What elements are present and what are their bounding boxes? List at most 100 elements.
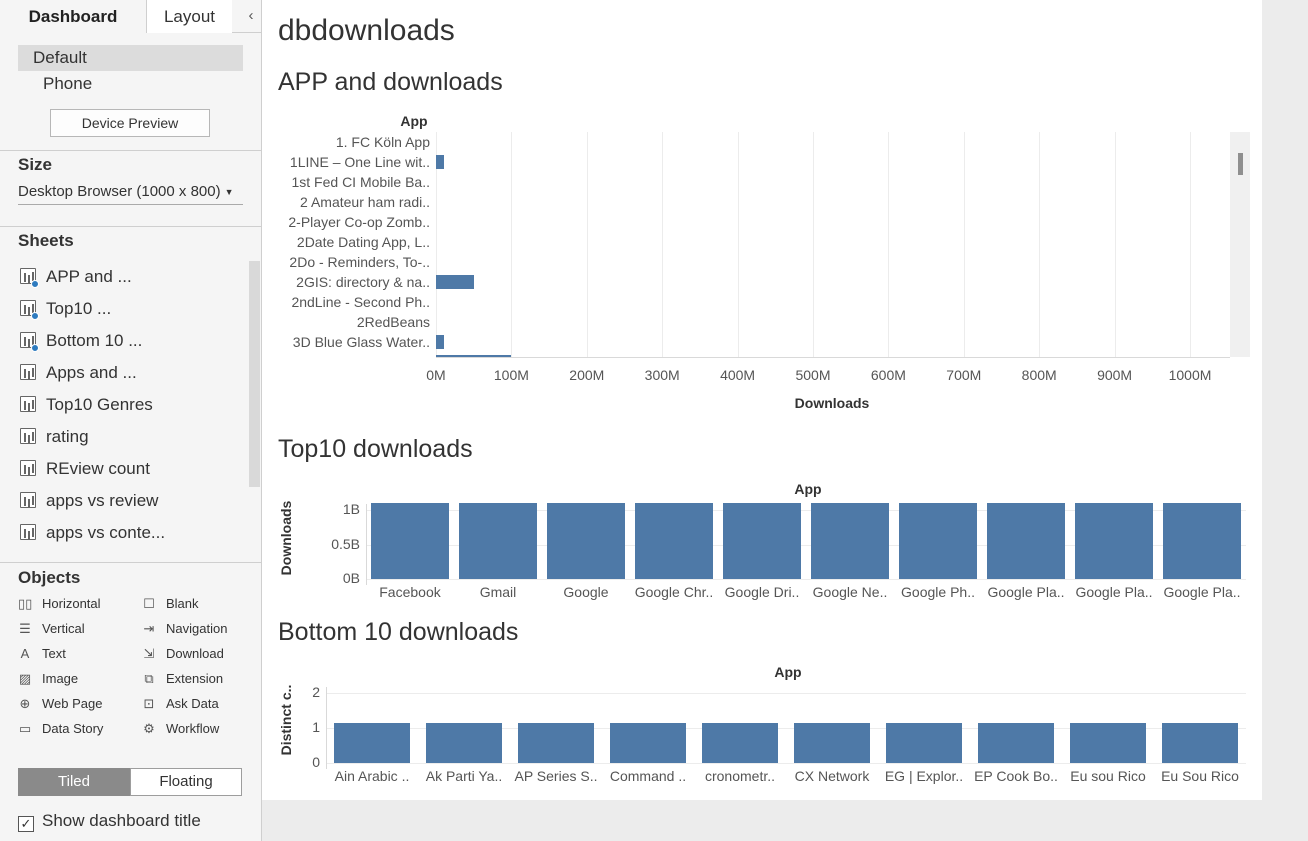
worksheet-icon	[20, 332, 39, 352]
sheet-item[interactable]: REview count	[20, 457, 150, 481]
object-workflow[interactable]: ⚙ Workflow	[142, 720, 219, 738]
tab-dashboard[interactable]: Dashboard	[0, 0, 147, 33]
download-icon: ⇲	[143, 646, 155, 661]
ask-data-icon: ⊡	[143, 696, 155, 711]
sheet-item[interactable]: APP and ...	[20, 265, 132, 289]
object-download[interactable]: ⇲ Download	[142, 645, 224, 663]
sheet-item[interactable]: Top10 Genres	[20, 393, 153, 417]
x-tick-label: EP Cook Bo..	[974, 768, 1058, 784]
object-label: Download	[166, 646, 224, 661]
size-value: Desktop Browser (1000 x 800)	[18, 183, 221, 200]
divider	[0, 226, 261, 227]
x-tick-label: Eu Sou Rico	[1161, 768, 1239, 784]
object-label: Extension	[166, 671, 224, 686]
object-vertical[interactable]: ☰ Vertical	[18, 620, 85, 638]
sheet-item-label: Top10 ...	[46, 299, 112, 318]
y-gridline	[326, 763, 1246, 764]
checkbox-checked-icon: ✓	[18, 816, 34, 832]
worksheet-icon	[20, 492, 36, 508]
sheet-item[interactable]: apps vs review	[20, 489, 158, 513]
in-use-check-icon	[31, 344, 39, 352]
bar[interactable]	[794, 723, 870, 763]
object-label: Vertical	[42, 621, 85, 636]
object-text[interactable]: A Text	[18, 645, 66, 663]
y-gridline	[326, 693, 1246, 694]
object-label: Data Story	[42, 721, 104, 736]
object-image[interactable]: ▨ Image	[18, 670, 78, 688]
object-horizontal[interactable]: ▯▯ Horizontal	[18, 595, 101, 613]
object-data-story[interactable]: ▭ Data Story	[18, 720, 104, 738]
navigation-icon: ⇥	[143, 621, 155, 636]
sheet-item[interactable]: Top10 ...	[20, 297, 111, 321]
bar[interactable]	[1162, 723, 1238, 763]
sheet-item-label: REview count	[46, 459, 150, 478]
bar[interactable]	[334, 723, 410, 763]
tiled-toggle[interactable]: Tiled	[18, 768, 130, 796]
bar[interactable]	[978, 723, 1054, 763]
sheet-item[interactable]: Bottom 10 ...	[20, 329, 142, 353]
y-tick-label: 1	[312, 719, 320, 735]
web-page-icon: ⊕	[19, 696, 31, 711]
object-label: Blank	[166, 596, 199, 611]
object-label: Text	[42, 646, 66, 661]
bar[interactable]	[426, 723, 502, 763]
bar[interactable]	[610, 723, 686, 763]
bar[interactable]	[886, 723, 962, 763]
x-tick-label: EG | Explor..	[884, 768, 964, 784]
vertical-icon: ☰	[19, 621, 31, 636]
sheet-item[interactable]: Apps and ...	[20, 361, 137, 385]
object-navigation[interactable]: ⇥ Navigation	[142, 620, 228, 638]
size-dropdown[interactable]: Desktop Browser (1000 x 800) ▼	[18, 182, 243, 202]
sheet-item[interactable]: rating	[20, 425, 89, 449]
objects-section-title: Objects	[18, 568, 81, 587]
collapse-panel-icon[interactable]: ‹	[244, 0, 258, 33]
worksheet-icon	[20, 300, 39, 320]
tab-layout[interactable]: Layout	[147, 0, 232, 33]
divider	[0, 562, 261, 563]
bar[interactable]	[1070, 723, 1146, 763]
y-tick-label: 0	[312, 754, 320, 770]
device-phone[interactable]: Phone	[43, 72, 92, 96]
x-tick-label: Eu sou Rico	[1070, 768, 1146, 784]
panel-tabs: Dashboard Layout ‹	[0, 0, 262, 33]
object-web-page[interactable]: ⊕ Web Page	[18, 695, 103, 713]
x-tick-label: Command ..	[609, 768, 687, 784]
sheet-item-label: apps vs review	[46, 491, 159, 510]
sheet-item-label: rating	[46, 427, 89, 446]
sheet-item[interactable]: apps vs conte...	[20, 521, 165, 545]
sheet-item-label: Bottom 10 ...	[46, 331, 143, 350]
extension-icon: ⧉	[144, 671, 154, 686]
x-tick-label: cronometr..	[704, 768, 776, 784]
size-dropdown-underline	[18, 204, 243, 205]
device-default[interactable]: Default	[18, 45, 243, 71]
data-story-icon: ▭	[18, 721, 32, 736]
worksheet-icon	[20, 524, 36, 540]
divider	[0, 150, 261, 151]
sheet-list-scrollbar[interactable]	[249, 261, 260, 487]
in-use-check-icon	[31, 312, 39, 320]
object-blank[interactable]: ☐ Blank	[142, 595, 199, 613]
bar[interactable]	[518, 723, 594, 763]
object-label: Horizontal	[42, 596, 101, 611]
x-tick-label: Ak Parti Ya..	[425, 768, 503, 784]
size-section-title: Size	[18, 155, 53, 174]
object-ask-data[interactable]: ⊡ Ask Data	[142, 695, 219, 713]
workflow-icon: ⚙	[143, 721, 155, 736]
worksheet-icon	[20, 396, 36, 412]
tableau-dashboard-editor: Dashboard Layout ‹ Default Phone Device …	[0, 0, 1308, 841]
device-preview-button[interactable]: Device Preview	[50, 109, 210, 137]
worksheet-icon	[20, 428, 36, 444]
floating-toggle[interactable]: Floating	[130, 768, 242, 796]
bar[interactable]	[702, 723, 778, 763]
x-tick-label: AP Series S..	[514, 768, 598, 784]
object-label: Ask Data	[166, 696, 219, 711]
bottom10-downloads-chart[interactable]: 2 1 0 Ain Arabic .. Ak Parti Ya.. AP Series S…	[262, 0, 1262, 800]
x-tick-label: CX Network	[794, 768, 870, 784]
worksheet-icon	[20, 364, 36, 380]
show-dashboard-title-checkbox[interactable]: ✓ Show dashboard title	[18, 809, 201, 833]
x-tick-label: Ain Arabic ..	[334, 768, 410, 784]
sheet-item-label: apps vs conte...	[46, 523, 166, 542]
sheet-item-label: Apps and ...	[46, 363, 137, 382]
object-extension[interactable]: ⧉ Extension	[142, 670, 223, 688]
object-label: Web Page	[42, 696, 103, 711]
